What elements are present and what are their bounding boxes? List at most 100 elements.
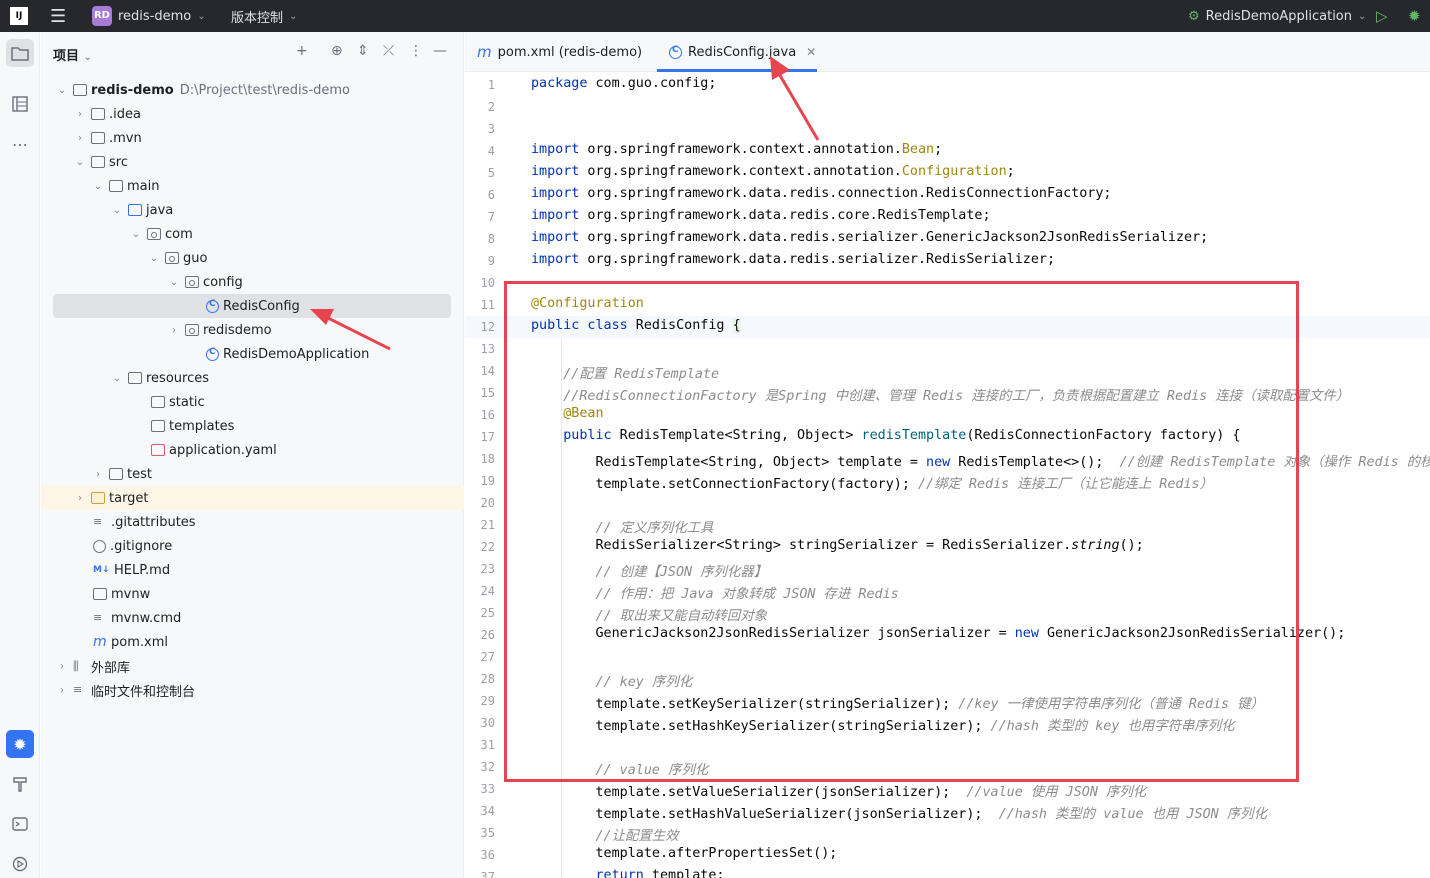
collapse-all-icon[interactable]: ⤫	[383, 43, 394, 59]
structure-icon[interactable]	[6, 90, 34, 118]
tree-item-excluded[interactable]: › target	[41, 486, 464, 510]
options-icon[interactable]: ⋮	[409, 43, 423, 59]
tree-item[interactable]: › .idea	[41, 102, 464, 126]
tree-item[interactable]: templates	[41, 414, 464, 438]
folder-icon	[91, 108, 105, 120]
tab-pom-xml[interactable]: m pom.xml (redis-demo)	[477, 32, 642, 72]
line-number: 13	[480, 342, 495, 356]
line-number: 24	[480, 584, 495, 598]
line-number: 37	[480, 870, 495, 878]
run-icon[interactable]: ▷	[1376, 0, 1388, 32]
app-logo-icon[interactable]: IJ	[10, 0, 28, 32]
more-icon[interactable]: ⋯	[6, 130, 34, 158]
tree-item[interactable]: application.yaml	[41, 438, 464, 462]
text-file-icon: ≡	[93, 611, 103, 624]
tree-item[interactable]: › redisdemo	[41, 318, 464, 342]
class-icon	[669, 45, 682, 59]
tree-item-label: java	[146, 202, 174, 218]
package-icon	[185, 324, 199, 336]
services-icon[interactable]	[6, 850, 34, 878]
project-folder-icon[interactable]	[6, 39, 34, 67]
tree-item-root[interactable]: ⌄ redis-demo D:\Project\test\redis-demo	[41, 78, 464, 102]
folder-icon	[151, 396, 165, 408]
run-config-icon: ⚙	[1188, 8, 1200, 24]
chevron-down-icon: ⌄	[112, 372, 122, 384]
tree-item-label: config	[203, 274, 243, 290]
line-number: 28	[480, 672, 495, 686]
tree-item[interactable]: ≡ mvnw.cmd	[41, 606, 464, 630]
tree-item-label: application.yaml	[169, 442, 277, 458]
line-number: 19	[480, 474, 495, 488]
locate-icon[interactable]: ⊕	[331, 43, 343, 59]
line-number: 31	[480, 738, 495, 752]
vcs-label: 版本控制	[231, 10, 284, 26]
tree-item[interactable]: › .mvn	[41, 126, 464, 150]
tree-item[interactable]: ⌄ resources	[41, 366, 464, 390]
chevron-down-icon: ⌄	[289, 10, 298, 22]
tree-item[interactable]: M↓ HELP.md	[41, 558, 464, 582]
tree-item[interactable]: › ≡ 临时文件和控制台	[41, 678, 464, 702]
tree-item[interactable]: ⌄ config	[41, 270, 464, 294]
tree-item[interactable]: ≡ .gitattributes	[41, 510, 464, 534]
debug-icon[interactable]: ✹	[1408, 0, 1421, 32]
tree-item[interactable]: › ⫼ 外部库	[41, 654, 464, 678]
line-number: 27	[480, 650, 495, 664]
tree-item[interactable]: mvnw	[41, 582, 464, 606]
chevron-down-icon: ⌄	[75, 156, 85, 168]
module-folder-icon	[73, 84, 87, 96]
tree-item-label: resources	[146, 370, 210, 386]
chevron-down-icon: ⌄	[57, 84, 67, 96]
terminal-icon[interactable]	[6, 810, 34, 838]
build-tool-icon[interactable]	[6, 770, 34, 798]
package-icon	[165, 252, 179, 264]
add-icon[interactable]: +	[296, 43, 308, 59]
chevron-down-icon: ⌄	[149, 252, 159, 264]
tree-item[interactable]: ⌄ com	[41, 222, 464, 246]
chevron-right-icon: ›	[60, 660, 64, 672]
tree-item[interactable]: ⌄ src	[41, 150, 464, 174]
tree-item-label: main	[127, 178, 160, 194]
minimize-icon[interactable]: —	[433, 43, 447, 59]
debug-tool-icon[interactable]: ✹	[6, 730, 34, 758]
tree-item[interactable]: ⌄ main	[41, 174, 464, 198]
code-line: import org.springframework.data.redis.co…	[531, 186, 1112, 201]
resources-folder-icon	[128, 372, 142, 384]
tree-item[interactable]: .gitignore	[41, 534, 464, 558]
tree-item-label: 临时文件和控制台	[91, 684, 196, 700]
folder-icon	[109, 468, 123, 480]
yaml-file-icon	[151, 444, 165, 456]
line-number: 22	[480, 540, 495, 554]
maven-icon: m	[477, 43, 492, 61]
expand-all-icon[interactable]: ⇕	[357, 43, 369, 59]
tree-item[interactable]: › test	[41, 462, 464, 486]
vcs-menu[interactable]: 版本控制 ⌄	[231, 0, 297, 32]
project-switcher[interactable]: RD redis-demo ⌄	[92, 0, 206, 32]
chevron-down-icon: ⌄	[93, 180, 103, 192]
tree-item[interactable]: static	[41, 390, 464, 414]
line-number: 32	[480, 760, 495, 774]
main-menu-icon[interactable]: ☰	[50, 0, 66, 32]
tree-item[interactable]: ⌄ guo	[41, 246, 464, 270]
chevron-down-icon: ⌄	[83, 52, 92, 63]
tree-item[interactable]: m pom.xml	[41, 630, 464, 654]
script-file-icon	[93, 588, 107, 600]
tree-item-label: pom.xml	[111, 634, 168, 650]
tree-item-label: .mvn	[109, 130, 142, 146]
tree-item[interactable]: ⌄ java	[41, 198, 464, 222]
tree-item[interactable]: RedisDemoApplication	[41, 342, 464, 366]
chevron-down-icon: ⌄	[1358, 10, 1367, 22]
tree-item-label: mvnw	[111, 586, 151, 602]
run-config-label: RedisDemoApplication	[1205, 8, 1353, 24]
line-number: 18	[480, 452, 495, 466]
line-number: 14	[480, 364, 495, 378]
line-number: 11	[480, 298, 495, 312]
run-config-selector[interactable]: ⚙ RedisDemoApplication ⌄	[1188, 0, 1366, 32]
folder-icon	[91, 156, 105, 168]
line-number: 10	[480, 276, 495, 290]
line-number: 20	[480, 496, 495, 510]
code-line: template.setHashValueSerializer(jsonSeri…	[531, 807, 1267, 822]
line-number: 5	[487, 166, 495, 180]
line-number: 15	[480, 386, 495, 400]
project-panel-title[interactable]: 项目 ⌄	[53, 45, 92, 64]
line-number: 30	[480, 716, 495, 730]
